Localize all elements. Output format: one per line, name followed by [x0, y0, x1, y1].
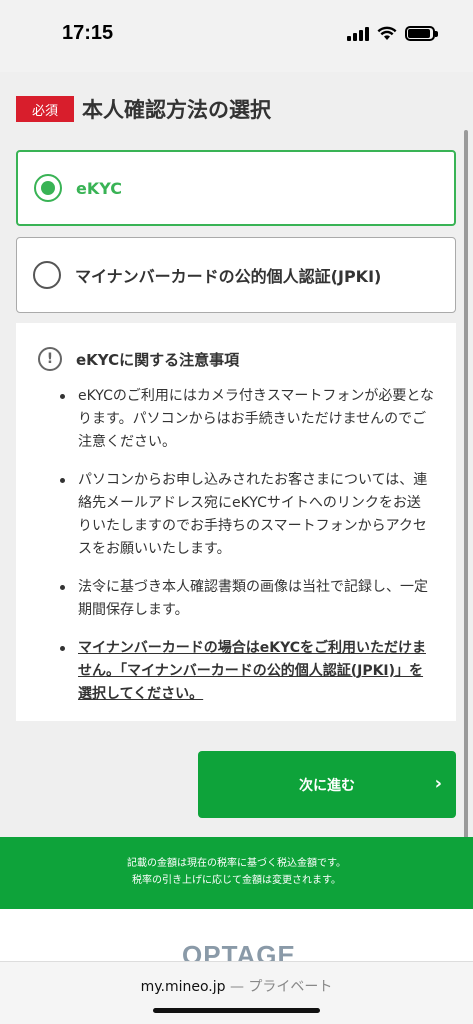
notice-item-important: マイナンバーカードの場合はeKYCをご利用いただけません。「マイナンバーカードの…	[60, 637, 434, 706]
next-button-label: 次に進む	[299, 777, 355, 794]
notice-list: eKYCのご利用にはカメラ付きスマートフォンが必要となります。パソコンからはお手…	[38, 385, 434, 706]
radio-selected-dot	[41, 181, 55, 195]
ekyc-notice-box: ! eKYCに関する注意事項 eKYCのご利用にはカメラ付きスマートフォンが必要…	[16, 323, 456, 721]
option-label-ekyc: eKYC	[76, 178, 123, 198]
radio-ekyc[interactable]	[34, 174, 62, 202]
required-badge: 必須	[16, 96, 74, 122]
wifi-icon	[377, 26, 397, 40]
footer-line-2: 税率の引き上げに応じて金額は変更されます。	[132, 875, 341, 886]
notice-item: 法令に基づき本人確認書類の画像は当社で記録し、一定期間保存します。	[60, 576, 434, 622]
chevron-right-icon: ›	[434, 773, 442, 794]
url-line[interactable]: my.mineo.jp — プライベート	[0, 976, 473, 996]
radio-jpki[interactable]	[33, 261, 61, 289]
notice-item: eKYCのご利用にはカメラ付きスマートフォンが必要となります。パソコンからはお手…	[60, 385, 434, 454]
section-header: 必須 本人確認方法の選択	[16, 94, 271, 124]
home-indicator[interactable]	[153, 1008, 320, 1013]
option-ekyc[interactable]: eKYC	[16, 150, 456, 226]
option-jpki[interactable]: マイナンバーカードの公的個人認証(JPKI)	[16, 237, 456, 313]
notice-header: ! eKYCに関する注意事項	[38, 347, 434, 371]
page-title: 本人確認方法の選択	[82, 98, 271, 122]
tax-footer: 記載の金額は現在の税率に基づく税込金額です。 税率の引き上げに応じて金額は変更さ…	[0, 837, 473, 909]
notice-item: パソコンからお申し込みされたお客さまについては、連絡先メールアドレス宛にeKYC…	[60, 469, 434, 561]
next-button[interactable]: 次に進む ›	[198, 751, 456, 818]
status-bar: 17:15	[0, 0, 473, 72]
notice-title: eKYCに関する注意事項	[76, 350, 240, 369]
battery-icon	[405, 26, 438, 41]
exclamation-icon: !	[38, 347, 62, 371]
url-text: my.mineo.jp	[140, 979, 226, 995]
private-mode-label: — プライベート	[229, 979, 333, 995]
optage-logo[interactable]: OPTAGE	[182, 940, 296, 961]
status-time: 17:15	[62, 22, 114, 44]
browser-address-bar[interactable]: my.mineo.jp — プライベート	[0, 961, 473, 1024]
option-label-jpki: マイナンバーカードの公的個人認証(JPKI)	[75, 267, 382, 286]
cellular-signal-icon	[347, 26, 369, 41]
status-icons	[347, 26, 438, 41]
footer-line-1: 記載の金額は現在の税率に基づく税込金額です。	[127, 858, 346, 869]
scrollbar[interactable]	[464, 130, 468, 860]
